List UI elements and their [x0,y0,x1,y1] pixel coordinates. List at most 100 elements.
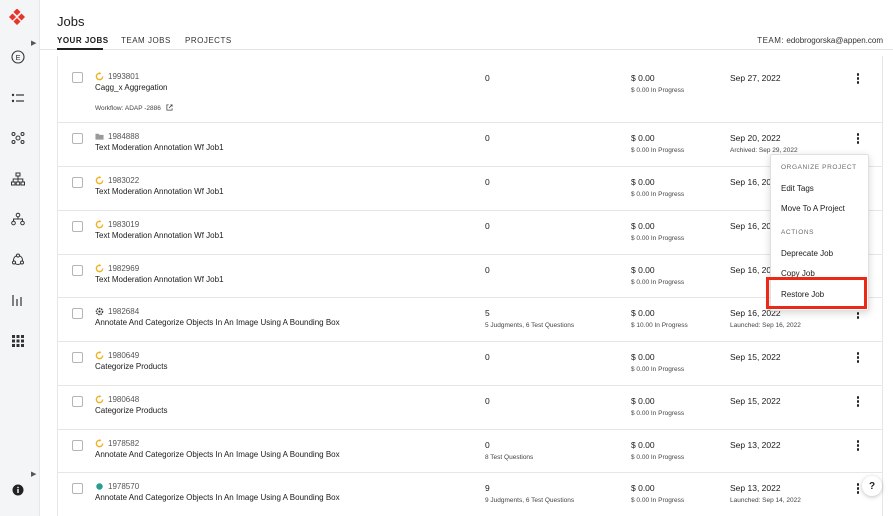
row-checkbox[interactable] [72,396,83,407]
tab-team-jobs[interactable]: TEAM JOBS [121,36,171,45]
row-checkbox[interactable] [72,483,83,494]
external-link-icon [166,104,173,111]
row-checkbox[interactable] [72,352,83,363]
cost-value: $ 0.00 [631,177,655,187]
table-row[interactable]: 1982684 Annotate And Categorize Objects … [58,298,882,342]
network-icon[interactable] [8,129,28,147]
table-row[interactable]: 1982969 Text Moderation Annotation Wf Jo… [58,255,882,298]
cost-in-progress: $ 0.00 In Progress [631,497,685,504]
job-title[interactable]: Text Moderation Annotation Wf Job1 [95,187,224,196]
more-options-icon[interactable] [854,483,862,495]
cost-in-progress: $ 0.00 In Progress [631,454,685,461]
job-title[interactable]: Annotate And Categorize Objects In An Im… [95,493,340,502]
row-checkbox[interactable] [72,177,83,188]
row-checkbox[interactable] [72,133,83,144]
table-row[interactable]: 1978570 Annotate And Categorize Objects … [58,473,882,516]
row-checkbox[interactable] [72,265,83,276]
row-checkbox[interactable] [72,308,83,319]
judgments-count: 0 [485,440,490,450]
more-options-icon[interactable] [854,440,862,452]
tree-icon[interactable] [8,210,28,228]
job-title[interactable]: Text Moderation Annotation Wf Job1 [95,143,224,152]
list-icon[interactable] [8,89,28,107]
more-options-icon[interactable] [854,133,862,145]
job-title[interactable]: Cagg_x Aggregation [95,83,168,92]
judgments-count: 0 [485,221,490,231]
running-icon [95,264,104,273]
team-info: TEAM: edobrogorska@appen.com [757,36,883,45]
table-row[interactable]: 1983019 Text Moderation Annotation Wf Jo… [58,211,882,255]
running-icon [95,351,104,360]
appen-logo-icon[interactable] [8,8,26,30]
job-id: 1993801 [108,72,140,81]
running-icon [95,395,104,404]
table-row[interactable]: 1980648 Categorize Products 0 $ 0.00 $ 0… [58,386,882,430]
workflow-link[interactable]: Workflow: ADAP -2886 [95,104,173,112]
judgments-count: 0 [485,73,490,83]
job-id: 1978582 [108,439,140,448]
info-icon[interactable] [8,481,28,499]
expand-caret-icon[interactable]: ▶ [31,39,36,47]
folder-icon [95,133,104,140]
row-checkbox[interactable] [72,72,83,83]
grid-icon[interactable] [8,332,28,350]
job-date: Sep 13, 2022 [730,440,781,450]
more-options-icon[interactable] [854,73,862,85]
job-id: 1980649 [108,351,140,360]
e-circle-icon[interactable]: E [8,48,28,66]
bar-chart-icon[interactable] [8,291,28,309]
help-button[interactable]: ? [862,476,882,496]
cost-in-progress: $ 0.00 In Progress [631,279,685,286]
judgments-count: 0 [485,133,490,143]
job-title[interactable]: Categorize Products [95,406,167,415]
more-options-icon[interactable] [854,352,862,364]
job-title[interactable]: Annotate And Categorize Objects In An Im… [95,318,340,327]
hierarchy-icon[interactable] [8,170,28,188]
collapse-caret-icon[interactable]: ▶ [31,470,36,478]
cost-value: $ 0.00 [631,221,655,231]
table-row[interactable]: 1978582 Annotate And Categorize Objects … [58,430,882,473]
tab-projects[interactable]: PROJECTS [185,36,232,45]
job-id: 1983019 [108,220,140,229]
table-row[interactable]: 1993801 Cagg_x Aggregation Workflow: ADA… [58,56,882,123]
row-checkbox[interactable] [72,221,83,232]
job-title[interactable]: Text Moderation Annotation Wf Job1 [95,275,224,284]
cost-value: $ 0.00 [631,308,655,318]
launched-date: Launched: Sep 14, 2022 [730,497,801,504]
deprecate-job-menu-item[interactable]: Deprecate Job [781,249,833,258]
cost-in-progress: $ 0.00 In Progress [631,235,685,242]
job-id: 1980648 [108,395,140,404]
more-options-icon[interactable] [854,396,862,408]
restore-job-highlight [766,277,867,309]
workflow-label[interactable]: Workflow: ADAP -2886 [95,105,161,112]
jobs-list: 1993801 Cagg_x Aggregation Workflow: ADA… [57,56,883,516]
row-checkbox[interactable] [72,440,83,451]
job-title[interactable]: Text Moderation Annotation Wf Job1 [95,231,224,240]
page-header: Jobs YOUR JOBS TEAM JOBS PROJECTS TEAM: … [40,0,893,50]
job-title[interactable]: Annotate And Categorize Objects In An Im… [95,450,340,459]
job-title[interactable]: Categorize Products [95,362,167,371]
move-to-project-menu-item[interactable]: Move To A Project [781,204,845,213]
table-row[interactable]: 1980649 Categorize Products 0 $ 0.00 $ 0… [58,342,882,386]
table-row[interactable]: 1983022 Text Moderation Annotation Wf Jo… [58,167,882,211]
svg-text:E: E [15,53,20,62]
judgments-detail: 8 Test Questions [485,454,534,461]
cost-in-progress: $ 0.00 In Progress [631,147,685,154]
sidebar: ▶ E ▶ [0,0,40,516]
team-email: edobrogorska@appen.com [786,36,883,45]
job-date: Sep 15, 2022 [730,396,781,406]
judgments-detail: 9 Judgments, 6 Test Questions [485,497,575,504]
cost-value: $ 0.00 [631,483,655,493]
table-row[interactable]: 1984888 Text Moderation Annotation Wf Jo… [58,123,882,167]
judgments-count: 9 [485,483,490,493]
launched-date: Launched: Sep 16, 2022 [730,322,801,329]
cost-value: $ 0.00 [631,396,655,406]
job-id: 1984888 [108,132,140,141]
tab-your-jobs[interactable]: YOUR JOBS [57,36,109,45]
cost-in-progress: $ 0.00 In Progress [631,366,685,373]
edit-tags-menu-item[interactable]: Edit Tags [781,184,814,193]
cost-in-progress: $ 0.00 In Progress [631,410,685,417]
cycle-icon[interactable] [8,251,28,269]
judgments-detail: 5 Judgments, 6 Test Questions [485,322,575,329]
judgments-count: 0 [485,177,490,187]
